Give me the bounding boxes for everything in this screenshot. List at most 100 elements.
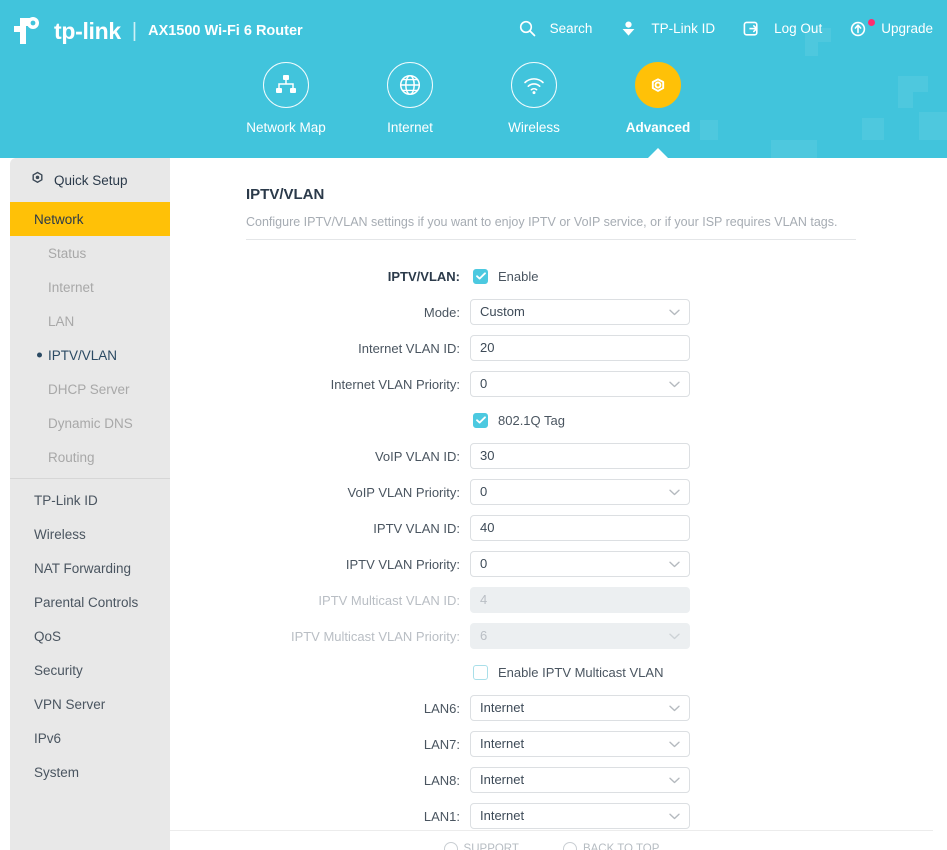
internet-vlan-id-input[interactable]: 20: [470, 335, 690, 361]
form-row-internet-vlan-priority: Internet VLAN Priority: 0: [170, 366, 933, 402]
form-row-voip-vlan-priority: VoIP VLAN Priority: 0: [170, 474, 933, 510]
sidebar-item-nat-forwarding[interactable]: NAT Forwarding: [10, 551, 170, 585]
multicast-vlan-priority-value: 6: [480, 628, 488, 643]
main-tabs: Network Map Internet Wireless Advanced: [224, 62, 947, 158]
iptv-vlan-priority-select[interactable]: 0: [470, 551, 690, 577]
tab-advanced[interactable]: Advanced: [596, 62, 720, 158]
sidebar-item-system-label: System: [34, 764, 80, 780]
form-row-iptv-vlan-priority: IPTV VLAN Priority: 0: [170, 546, 933, 582]
form-row-lan7: LAN7: Internet: [170, 726, 933, 762]
iptv-vlan-enable-field: Enable: [470, 268, 730, 284]
search-button[interactable]: Search: [519, 20, 592, 37]
iptv-vlan-enable-checkbox[interactable]: [473, 268, 488, 284]
page-description: Configure IPTV/VLAN settings if you want…: [246, 215, 838, 229]
tab-advanced-label: Advanced: [625, 120, 691, 135]
form-row-mode: Mode: Custom: [170, 294, 933, 330]
globe-icon: [387, 62, 433, 108]
lan1-select[interactable]: Internet: [470, 803, 690, 829]
sidebar-item-wireless[interactable]: Wireless: [10, 517, 170, 551]
upgrade-icon: [850, 19, 876, 37]
sidebar-item-dhcp-server-label: DHCP Server: [48, 381, 130, 397]
voip-vlan-id-input[interactable]: 30: [470, 443, 690, 469]
form-row-iptv-vlan-enable: IPTV/VLAN: Enable: [170, 258, 933, 294]
voip-vlan-priority-value: 0: [480, 484, 488, 499]
form-row-enable-multicast: Enable IPTV Multicast VLAN: [170, 654, 933, 690]
back-to-top-button[interactable]: BACK TO TOP: [562, 841, 659, 850]
internet-vlan-priority-select[interactable]: 0: [470, 371, 690, 397]
decorative-block: [805, 42, 818, 56]
upgrade-button[interactable]: Upgrade: [850, 19, 933, 37]
sidebar-item-status[interactable]: Status: [10, 236, 170, 270]
page-title: IPTV/VLAN: [246, 186, 325, 203]
tplink-id-icon: [620, 20, 644, 37]
app-header: tp-link | AX1500 Wi-Fi 6 Router Search T…: [0, 0, 947, 158]
sidebar-item-iptv-vlan[interactable]: IPTV/VLAN: [10, 338, 170, 372]
sidebar-item-routing[interactable]: Routing: [10, 440, 170, 474]
sidebar-item-qos-label: QoS: [34, 628, 62, 644]
logout-button[interactable]: Log Out: [743, 20, 822, 37]
enable-multicast-checkbox[interactable]: [473, 664, 488, 680]
chevron-down-icon: [669, 813, 680, 819]
sidebar-item-dhcp-server[interactable]: DHCP Server: [10, 372, 170, 406]
sidebar-item-security[interactable]: Security: [10, 653, 170, 687]
chevron-down-icon: [669, 633, 680, 639]
tplink-id-button[interactable]: TP-Link ID: [620, 20, 715, 37]
voip-vlan-priority-field: 0: [470, 479, 690, 505]
chevron-down-icon: [669, 309, 680, 315]
lan8-field: Internet: [470, 767, 690, 793]
brand-name: tp-link: [54, 17, 121, 44]
sidebar-item-vpn-server[interactable]: VPN Server: [10, 687, 170, 721]
lan6-select[interactable]: Internet: [470, 695, 690, 721]
sidebar-item-dynamic-dns[interactable]: Dynamic DNS: [10, 406, 170, 440]
multicast-vlan-id-label: IPTV Multicast VLAN ID:: [318, 592, 460, 608]
support-button[interactable]: SUPPORT: [443, 841, 519, 850]
quick-setup-label: Quick Setup: [54, 172, 128, 188]
sidebar-item-system[interactable]: System: [10, 755, 170, 789]
form-row-lan6: LAN6: Internet: [170, 690, 933, 726]
iptv-vlan-id-input[interactable]: 40: [470, 515, 690, 541]
sidebar-item-qos[interactable]: QoS: [10, 619, 170, 653]
lan7-select[interactable]: Internet: [470, 731, 690, 757]
iptv-vlan-form: IPTV/VLAN: Enable Mode: Custom Internet …: [170, 258, 933, 830]
sidebar-item-lan[interactable]: LAN: [10, 304, 170, 338]
bottom-bar: SUPPORT BACK TO TOP: [170, 830, 933, 850]
lan1-field: Internet: [470, 803, 690, 829]
chevron-down-icon: [669, 561, 680, 567]
8021q-tag-label: 802.1Q Tag: [498, 412, 565, 428]
router-model: AX1500 Wi-Fi 6 Router: [148, 22, 303, 39]
brand: tp-link | AX1500 Wi-Fi 6 Router: [12, 14, 303, 48]
upgrade-label: Upgrade: [881, 21, 933, 36]
chevron-down-icon: [669, 777, 680, 783]
brand-separator: |: [131, 20, 138, 42]
sidebar-item-dynamic-dns-label: Dynamic DNS: [48, 415, 133, 431]
chevron-down-icon: [669, 381, 680, 387]
sidebar-item-parental-controls[interactable]: Parental Controls: [10, 585, 170, 619]
lan8-select[interactable]: Internet: [470, 767, 690, 793]
internet-vlan-id-field: 20: [470, 335, 690, 361]
sidebar-group-network-label: Network: [34, 211, 84, 227]
sidebar-item-ipv6[interactable]: IPv6: [10, 721, 170, 755]
sidebar-item-tp-link-id[interactable]: TP-Link ID: [10, 483, 170, 517]
sidebar-item-quick-setup[interactable]: Quick Setup: [10, 158, 170, 202]
iptv-vlan-enable-label: Enable: [498, 268, 539, 284]
support-icon: [443, 841, 458, 850]
sidebar-group-network[interactable]: Network: [10, 202, 170, 236]
tab-internet[interactable]: Internet: [348, 62, 472, 135]
lan6-field: Internet: [470, 695, 690, 721]
multicast-vlan-priority-label: IPTV Multicast VLAN Priority:: [290, 628, 460, 644]
lan7-select-value: Internet: [480, 736, 525, 751]
sidebar-item-iptv-vlan-label: IPTV/VLAN: [48, 347, 118, 363]
mode-select[interactable]: Custom: [470, 299, 690, 325]
lan6-label: LAN6:: [423, 700, 460, 716]
iptv-vlan-priority-value: 0: [480, 556, 488, 571]
voip-vlan-priority-select[interactable]: 0: [470, 479, 690, 505]
mode-field: Custom: [470, 299, 690, 325]
8021q-tag-checkbox[interactable]: [473, 412, 488, 428]
form-row-iptv-vlan-id: IPTV VLAN ID: 40: [170, 510, 933, 546]
sidebar-item-internet[interactable]: Internet: [10, 270, 170, 304]
mode-label: Mode:: [423, 304, 460, 320]
tab-network-map[interactable]: Network Map: [224, 62, 348, 135]
tab-wireless[interactable]: Wireless: [472, 62, 596, 135]
internet-vlan-priority-label: Internet VLAN Priority:: [330, 376, 460, 392]
internet-vlan-id-label: Internet VLAN ID:: [358, 340, 460, 356]
